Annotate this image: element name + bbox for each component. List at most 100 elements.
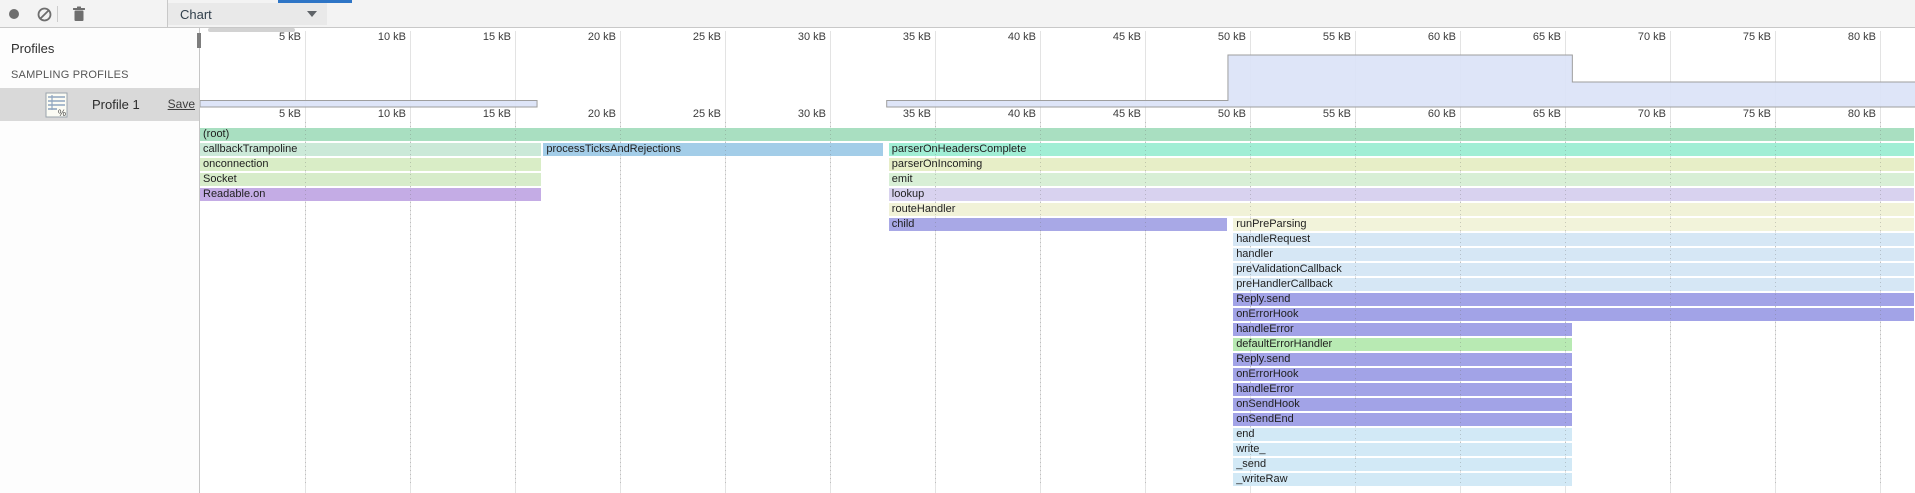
flame-bar-label: callbackTrampoline <box>200 143 541 156</box>
gridline-dotted-overlay <box>830 122 831 486</box>
flame-bar[interactable]: handler <box>1233 248 1914 261</box>
axis-tick-label: 10 kB <box>336 31 406 43</box>
flame-bar[interactable]: (root) <box>200 128 1914 141</box>
flame-bar[interactable]: preHandlerCallback <box>1233 278 1914 291</box>
flame-bar[interactable]: callbackTrampoline <box>200 143 541 156</box>
axis-tick-label: 5 kB <box>231 31 301 43</box>
heap-profiler-panel: Chart Profiles SAMPLING PROFILES % Profi… <box>0 0 1915 493</box>
flame-bar[interactable]: processTicksAndRejections <box>543 143 883 156</box>
flame-bar[interactable]: write_ <box>1233 443 1572 456</box>
gridline-dotted-overlay <box>1145 122 1146 486</box>
record-heap-profile-button[interactable] <box>3 3 25 25</box>
flame-bar-label: routeHandler <box>889 203 1914 216</box>
axis-tick-label: 50 kB <box>1176 108 1246 120</box>
flame-bar-label: parserOnIncoming <box>889 158 1914 171</box>
axis-tick-label: 35 kB <box>861 108 931 120</box>
flame-bar[interactable]: child <box>889 218 1228 231</box>
horizontal-scrollbar-thumb[interactable] <box>208 28 295 32</box>
profile-name: Profile 1 <box>92 97 140 112</box>
save-profile-link[interactable]: Save <box>168 97 195 111</box>
flame-bar-label: child <box>889 218 1228 231</box>
gridline-dotted-overlay <box>725 122 726 486</box>
axis-tick-label: 60 kB <box>1386 31 1456 43</box>
axis-tick-label: 40 kB <box>966 31 1036 43</box>
flame-bar[interactable]: parserOnHeadersComplete <box>889 143 1914 156</box>
flame-bar-label: defaultErrorHandler <box>1233 338 1572 351</box>
axis-tick-label: 5 kB <box>231 108 301 120</box>
flame-bar[interactable]: end <box>1233 428 1572 441</box>
block-icon <box>37 7 52 22</box>
flame-bar-label: onconnection <box>200 158 541 171</box>
flame-bar[interactable]: handleRequest <box>1233 233 1914 246</box>
flame-bar[interactable]: Readable.on <box>200 188 541 201</box>
sampling-profiles-section-label: SAMPLING PROFILES <box>11 69 129 81</box>
axis-tick-label: 45 kB <box>1071 31 1141 43</box>
flame-bar[interactable]: onErrorHook <box>1233 368 1572 381</box>
axis-tick-label: 10 kB <box>336 108 406 120</box>
gridline-dotted-overlay <box>1040 122 1041 486</box>
flame-bar[interactable]: parserOnIncoming <box>889 158 1914 171</box>
gridline-dotted-overlay <box>515 122 516 486</box>
flame-bar-label: onSendEnd <box>1233 413 1572 426</box>
profile-list-item[interactable]: % Profile 1 Save <box>0 88 199 121</box>
flame-bar-label: (root) <box>200 128 1914 141</box>
flame-bar[interactable]: Socket <box>200 173 541 186</box>
axis-tick-label: 65 kB <box>1491 108 1561 120</box>
axis-tick-label: 25 kB <box>651 108 721 120</box>
axis-tick-label: 80 kB <box>1806 108 1876 120</box>
flame-bar-label: preHandlerCallback <box>1233 278 1914 291</box>
overview-step-shape <box>887 55 1915 107</box>
flame-bar[interactable]: onSendEnd <box>1233 413 1572 426</box>
flame-bar[interactable]: onconnection <box>200 158 541 171</box>
flame-bar-label: lookup <box>889 188 1914 201</box>
axis-tick-label: 40 kB <box>966 108 1036 120</box>
flame-bar-label: onErrorHook <box>1233 308 1914 321</box>
clear-all-profiles-button[interactable] <box>33 3 55 25</box>
gridline-dotted-overlay <box>620 122 621 486</box>
flame-bar-label: runPreParsing <box>1233 218 1914 231</box>
profiles-sidebar: Profiles SAMPLING PROFILES % Profile 1 S… <box>0 28 200 493</box>
gridline-dotted-overlay <box>305 122 306 486</box>
axis-tick-label: 65 kB <box>1491 31 1561 43</box>
flame-bar-label: handleError <box>1233 383 1572 396</box>
axis-tick-label: 55 kB <box>1281 31 1351 43</box>
axis-tick-label: 35 kB <box>861 31 931 43</box>
flame-bar[interactable]: runPreParsing <box>1233 218 1914 231</box>
axis-tick-label: 15 kB <box>441 31 511 43</box>
allocation-overview-graph[interactable] <box>200 28 1915 493</box>
flame-bar[interactable]: emit <box>889 173 1914 186</box>
toolbar-separator <box>57 6 58 22</box>
vertical-scrollbar-thumb[interactable] <box>197 33 201 48</box>
flame-bar[interactable]: lookup <box>889 188 1914 201</box>
flame-bar-label: emit <box>889 173 1914 186</box>
flame-bar[interactable]: _writeRaw <box>1233 473 1572 486</box>
flame-bar[interactable]: onSendHook <box>1233 398 1572 411</box>
flame-bar[interactable]: handleError <box>1233 383 1572 396</box>
overview-step-shape <box>200 101 537 108</box>
chevron-down-icon <box>307 11 317 17</box>
flame-bar-label: onSendHook <box>1233 398 1572 411</box>
flame-bar[interactable]: Reply.send <box>1233 293 1914 306</box>
profiler-toolbar: Chart <box>0 0 1915 28</box>
allocation-chart-pane: 5 kB10 kB15 kB20 kB25 kB30 kB35 kB40 kB4… <box>200 28 1915 493</box>
axis-tick-label: 70 kB <box>1596 31 1666 43</box>
axis-tick-label: 30 kB <box>756 31 826 43</box>
flame-bar[interactable]: handleError <box>1233 323 1572 336</box>
flame-bar-label: parserOnHeadersComplete <box>889 143 1914 156</box>
flame-bar[interactable]: _send <box>1233 458 1572 471</box>
axis-tick-label: 30 kB <box>756 108 826 120</box>
view-mode-value: Chart <box>168 7 307 22</box>
flame-bar[interactable]: onErrorHook <box>1233 308 1914 321</box>
flame-bar[interactable]: routeHandler <box>889 203 1914 216</box>
gridline-dotted-overlay <box>1460 122 1461 486</box>
delete-profile-button[interactable] <box>68 3 90 25</box>
flame-bar-label: onErrorHook <box>1233 368 1572 381</box>
flame-bar-label: preValidationCallback <box>1233 263 1914 276</box>
flame-bar[interactable]: Reply.send <box>1233 353 1572 366</box>
view-mode-select[interactable]: Chart <box>168 3 327 25</box>
flame-bar[interactable]: defaultErrorHandler <box>1233 338 1572 351</box>
flame-bar[interactable]: preValidationCallback <box>1233 263 1914 276</box>
axis-tick-label: 80 kB <box>1806 31 1876 43</box>
axis-tick-label: 75 kB <box>1701 108 1771 120</box>
axis-tick-label: 25 kB <box>651 31 721 43</box>
